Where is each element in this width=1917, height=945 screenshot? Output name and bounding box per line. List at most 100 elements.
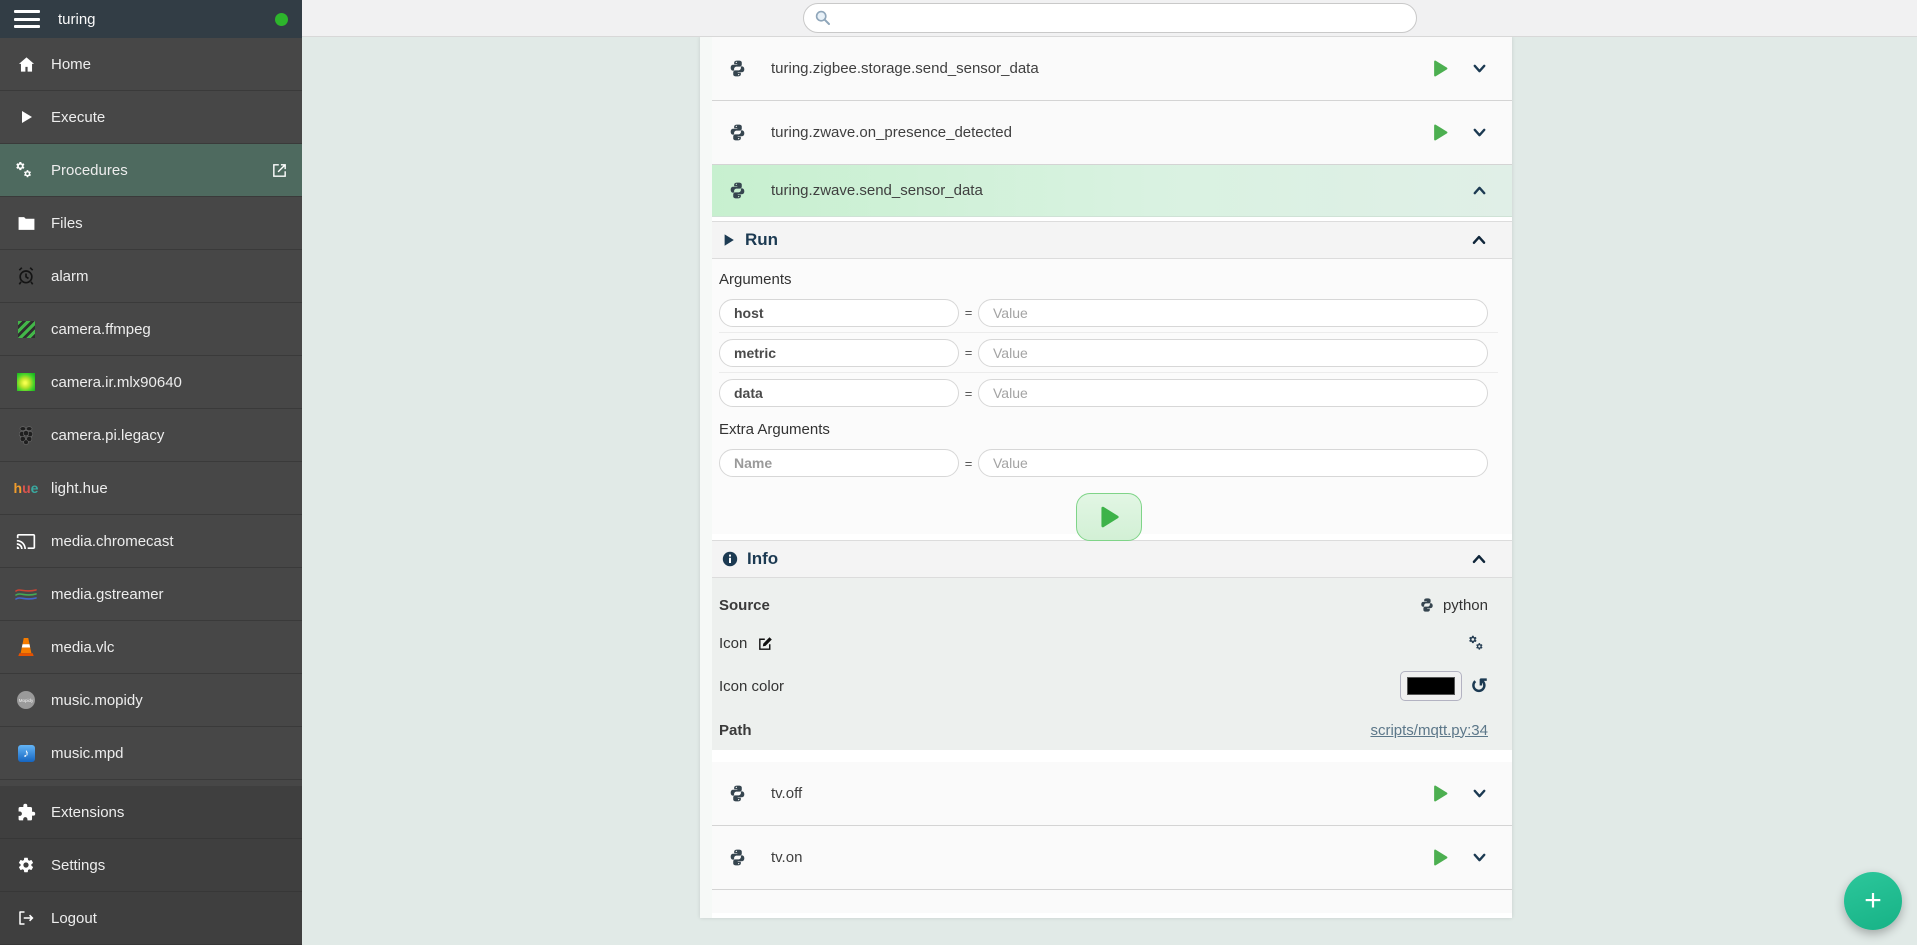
sidebar-item-media-gstreamer[interactable]: media.gstreamer xyxy=(0,568,302,621)
sidebar-item-execute[interactable]: Execute xyxy=(0,91,302,144)
sidebar-item-label: Home xyxy=(51,56,91,73)
sidebar-item-light-hue[interactable]: hue light.hue xyxy=(0,462,302,515)
icon-color-picker[interactable] xyxy=(1400,671,1462,701)
argument-name-input[interactable] xyxy=(719,379,959,407)
procedure-row-selected[interactable]: turing.zwave.send_sensor_data xyxy=(712,165,1512,217)
search-input[interactable] xyxy=(840,10,1406,26)
procedure-row[interactable]: tv.on xyxy=(712,826,1512,890)
path-label: Path xyxy=(719,722,752,739)
execute-procedure-button[interactable] xyxy=(1076,493,1142,541)
edit-icon-button[interactable] xyxy=(757,635,774,652)
source-label: Source xyxy=(719,597,770,614)
gstreamer-icon xyxy=(14,582,38,606)
source-value: python xyxy=(1443,597,1488,614)
sidebar-item-settings[interactable]: Settings xyxy=(0,839,302,892)
sidebar-item-media-chromecast[interactable]: media.chromecast xyxy=(0,515,302,568)
equals-sign: = xyxy=(959,305,978,320)
sidebar-item-home[interactable]: Home xyxy=(0,38,302,91)
chevron-down-icon xyxy=(1471,124,1488,141)
extra-argument-value-input[interactable] xyxy=(978,449,1488,477)
argument-name-input[interactable] xyxy=(719,299,959,327)
reset-color-button[interactable]: ↺ xyxy=(1470,676,1488,697)
procedure-row[interactable]: tv.off xyxy=(712,762,1512,826)
python-icon xyxy=(728,784,747,803)
sidebar-item-label: Logout xyxy=(51,910,97,927)
vlc-cone-icon xyxy=(14,635,38,659)
play-icon xyxy=(1098,506,1120,528)
run-procedure-button[interactable] xyxy=(1432,785,1449,802)
procedure-row[interactable]: turing.zwave.on_presence_detected xyxy=(712,101,1512,165)
sidebar-item-camera-ir[interactable]: camera.ir.mlx90640 xyxy=(0,356,302,409)
run-procedure-button[interactable] xyxy=(1432,60,1449,77)
python-icon xyxy=(728,848,747,867)
procedure-name: tv.on xyxy=(771,849,802,866)
expand-procedure-button[interactable] xyxy=(1471,124,1488,141)
procedure-name: tv.off xyxy=(771,785,802,802)
logout-icon xyxy=(14,906,38,930)
procedure-row-partial[interactable] xyxy=(712,890,1512,913)
argument-value-input[interactable] xyxy=(978,339,1488,367)
run-procedure-button[interactable] xyxy=(1432,849,1449,866)
sidebar-item-music-mpd[interactable]: ♪ music.mpd xyxy=(0,727,302,780)
current-icon-value xyxy=(1468,634,1488,652)
sidebar-item-label: alarm xyxy=(51,268,89,285)
argument-row: = xyxy=(719,293,1498,333)
procedure-row[interactable]: turing.zigbee.storage.send_sensor_data xyxy=(712,37,1512,101)
icon-label: Icon xyxy=(719,635,747,652)
reset-icon: ↺ xyxy=(1470,676,1488,697)
expand-procedure-button[interactable] xyxy=(1471,849,1488,866)
run-section-header[interactable]: Run xyxy=(712,221,1512,259)
procedure-name: turing.zwave.send_sensor_data xyxy=(771,182,983,199)
collapse-procedure-button[interactable] xyxy=(1471,182,1488,199)
chevron-up-icon xyxy=(1470,550,1488,568)
python-icon xyxy=(728,181,747,200)
home-icon xyxy=(14,52,38,76)
python-icon xyxy=(728,123,747,142)
extra-argument-name-input[interactable] xyxy=(719,449,959,477)
sidebar-footer: Extensions Settings Logout xyxy=(0,786,302,945)
expand-procedure-button[interactable] xyxy=(1471,60,1488,77)
sidebar-item-extensions[interactable]: Extensions xyxy=(0,786,302,839)
sidebar-item-files[interactable]: Files xyxy=(0,197,302,250)
add-procedure-button[interactable]: + xyxy=(1844,872,1902,930)
play-icon xyxy=(14,105,38,129)
external-link-icon[interactable] xyxy=(271,162,288,179)
chevron-down-icon xyxy=(1471,60,1488,77)
hamburger-menu-icon[interactable] xyxy=(14,10,40,28)
argument-name-input[interactable] xyxy=(719,339,959,367)
python-icon xyxy=(728,913,747,914)
sidebar-item-media-vlc[interactable]: media.vlc xyxy=(0,621,302,674)
info-section-body: Source python Icon xyxy=(712,578,1512,750)
source-path-link[interactable]: scripts/mqtt.py:34 xyxy=(1370,722,1488,739)
argument-value-input[interactable] xyxy=(978,299,1488,327)
puzzle-icon xyxy=(14,800,38,824)
gears-icon xyxy=(1468,634,1488,652)
extra-argument-row: = xyxy=(719,443,1498,483)
info-row-path: Path scripts/mqtt.py:34 xyxy=(719,710,1488,750)
chevron-down-icon xyxy=(1471,849,1488,866)
ffmpeg-icon xyxy=(14,317,38,341)
icon-color-label: Icon color xyxy=(719,678,784,695)
argument-value-input[interactable] xyxy=(978,379,1488,407)
info-section-header[interactable]: Info xyxy=(712,540,1512,578)
sidebar-item-procedures[interactable]: Procedures xyxy=(0,144,302,197)
equals-sign: = xyxy=(959,345,978,360)
run-procedure-button[interactable] xyxy=(1432,124,1449,141)
sidebar-item-camera-ffmpeg[interactable]: camera.ffmpeg xyxy=(0,303,302,356)
collapse-run-button[interactable] xyxy=(1470,231,1488,249)
sidebar-item-music-mopidy[interactable]: Mopidy music.mopidy xyxy=(0,674,302,727)
sidebar-item-logout[interactable]: Logout xyxy=(0,892,302,945)
run-play-icon xyxy=(722,233,736,247)
sidebar-item-label: camera.ir.mlx90640 xyxy=(51,374,182,391)
sidebar-item-label: media.chromecast xyxy=(51,533,174,550)
sidebar-item-camera-pi[interactable]: camera.pi.legacy xyxy=(0,409,302,462)
raspberry-pi-icon xyxy=(14,423,38,447)
sidebar-item-alarm[interactable]: alarm xyxy=(0,250,302,303)
sidebar-nav: Home Execute Procedures xyxy=(0,38,302,786)
procedures-panel: turing.zigbee.storage.send_sensor_data t… xyxy=(700,37,1512,918)
expand-procedure-button[interactable] xyxy=(1471,785,1488,802)
search-box xyxy=(803,3,1417,33)
collapse-info-button[interactable] xyxy=(1470,550,1488,568)
scrollbar-track[interactable] xyxy=(700,37,712,918)
sidebar-header: turing xyxy=(0,0,302,38)
